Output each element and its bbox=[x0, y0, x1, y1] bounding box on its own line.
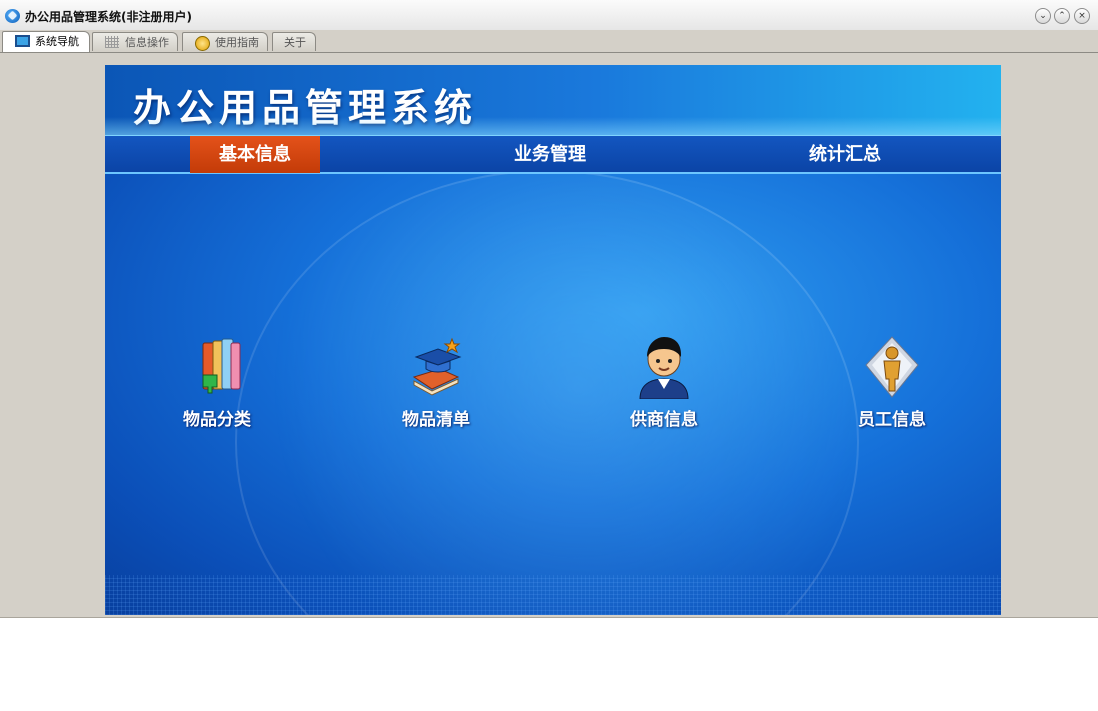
grid-icon bbox=[105, 36, 119, 48]
graduation-book-icon bbox=[412, 337, 462, 396]
tab-info-operations[interactable]: 信息操作 bbox=[92, 32, 178, 51]
tab-label: 使用指南 bbox=[215, 36, 259, 49]
main-panel: 办公用品管理系统 基本信息 业务管理 统计汇总 物品分类 物品清单 供商信息 员… bbox=[105, 65, 1001, 615]
nav-basic-info[interactable]: 基本信息 bbox=[190, 136, 320, 173]
chevron-up-icon: ⌃ bbox=[1058, 11, 1066, 21]
nav-statistics-summary[interactable]: 统计汇总 bbox=[780, 136, 910, 173]
title-bar: 办公用品管理系统(非注册用户) ⌄ ⌃ × bbox=[0, 0, 1098, 31]
chevron-down-icon: ⌄ bbox=[1039, 11, 1047, 21]
app-window: 办公用品管理系统(非注册用户) ⌄ ⌃ × 系统导航 信息操作 使用指南 关于 bbox=[0, 0, 1098, 618]
monitor-icon bbox=[15, 35, 30, 47]
minimize-button[interactable]: ⌄ bbox=[1035, 8, 1051, 24]
tab-label: 信息操作 bbox=[125, 36, 169, 49]
module-employee-info[interactable]: 员工信息 bbox=[837, 335, 947, 435]
tab-system-navigation[interactable]: 系统导航 bbox=[2, 31, 90, 52]
module-label: 供商信息 bbox=[630, 410, 698, 430]
grid-pattern bbox=[105, 575, 1001, 615]
close-button[interactable]: × bbox=[1074, 8, 1090, 24]
help-icon bbox=[195, 36, 210, 51]
module-supplier-info[interactable]: 供商信息 bbox=[609, 335, 719, 435]
module-label: 物品清单 bbox=[402, 410, 470, 430]
tab-user-guide[interactable]: 使用指南 bbox=[182, 32, 268, 51]
tab-label: 系统导航 bbox=[35, 35, 79, 48]
books-icon bbox=[202, 338, 241, 394]
tab-label: 关于 bbox=[284, 36, 306, 49]
nav-business-management[interactable]: 业务管理 bbox=[485, 136, 615, 173]
close-icon: × bbox=[1078, 11, 1086, 21]
person-icon bbox=[639, 337, 689, 399]
employee-icon bbox=[865, 336, 919, 398]
window-title: 办公用品管理系统(非注册用户) bbox=[25, 10, 192, 24]
app-logo-icon bbox=[5, 9, 20, 23]
globe-background bbox=[235, 170, 859, 615]
maximize-button[interactable]: ⌃ bbox=[1054, 8, 1070, 24]
app-header: 办公用品管理系统 bbox=[105, 65, 1001, 135]
module-item-list[interactable]: 物品清单 bbox=[381, 335, 491, 435]
tab-about[interactable]: 关于 bbox=[272, 32, 316, 51]
module-label: 员工信息 bbox=[858, 410, 926, 430]
tab-bar: 系统导航 信息操作 使用指南 关于 bbox=[0, 30, 1098, 53]
module-label: 物品分类 bbox=[183, 410, 251, 430]
module-item-category[interactable]: 物品分类 bbox=[162, 335, 272, 435]
app-title: 办公用品管理系统 bbox=[133, 85, 478, 130]
main-nav: 基本信息 业务管理 统计汇总 bbox=[105, 135, 1001, 174]
